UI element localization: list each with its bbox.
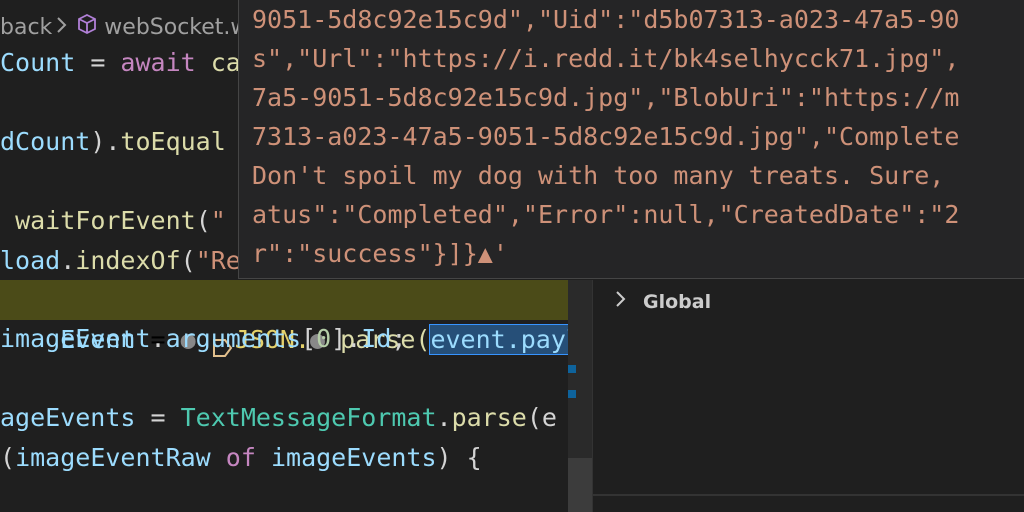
code-token: . <box>436 403 452 432</box>
code-token: imageEvents <box>270 442 437 472</box>
code-token: TextMessageFormat <box>180 403 437 432</box>
code-line[interactable] <box>0 359 557 399</box>
code-token: ]. <box>331 324 362 353</box>
code-token: parse <box>451 403 527 432</box>
code-line[interactable]: dCount).toEqual <box>0 122 241 162</box>
cube-icon <box>76 13 98 41</box>
panel-divider <box>592 494 1024 496</box>
code-token: imageEvent <box>0 324 151 353</box>
scope-global[interactable]: Global <box>615 290 711 313</box>
code-token: ageEvents <box>0 403 136 432</box>
code-token: Id <box>361 324 392 353</box>
code-token: 0 <box>316 324 332 353</box>
hover-value-line: 9051-5d8c92e15c9d","Uid":"d5b07313-a023-… <box>252 5 960 34</box>
code-line[interactable]: waitForEvent(" <box>0 201 241 241</box>
code-line[interactable]: imageEvent.arguments[0].Id; <box>0 319 557 359</box>
code-line[interactable]: load.indexOf("Re <box>0 241 241 281</box>
code-token: [ <box>301 324 317 353</box>
code-line[interactable] <box>0 162 241 202</box>
code-token: imageEventRaw <box>15 442 211 472</box>
editor[interactable]: back webSocket.wa Count = await ca dCount… <box>0 0 1024 512</box>
code-token: ( <box>0 442 16 472</box>
hover-value-line: Don't spoil my dog with too many treats.… <box>252 161 945 190</box>
code-line[interactable]: Count = await ca <box>0 43 241 83</box>
chevron-right-icon <box>615 290 629 313</box>
code-token: ( <box>195 206 211 235</box>
code-token: await <box>120 48 196 77</box>
debug-hover-popup[interactable]: 9051-5d8c92e15c9d","Uid":"d5b07313-a023-… <box>238 0 1024 279</box>
scope-global-label: Global <box>643 290 712 313</box>
breadcrumb: back webSocket.wa <box>0 8 250 46</box>
code-token: ; <box>391 324 407 353</box>
code-token: toEqual <box>120 127 226 156</box>
variables-panel[interactable]: Global <box>592 280 1024 512</box>
chevron-right-icon <box>56 15 68 40</box>
code-token: " <box>210 206 226 235</box>
code-block-upper[interactable]: Count = await ca dCount).toEqual waitForE… <box>0 43 241 280</box>
code-line[interactable]: ageEvents = TextMessageFormat.parse(e <box>0 398 557 438</box>
code-token: ). <box>90 127 121 156</box>
code-token: . <box>150 324 166 353</box>
code-line[interactable] <box>0 83 241 123</box>
breadcrumb-file[interactable]: webSocket.wa <box>104 15 250 40</box>
code-token: of <box>225 442 256 472</box>
code-token: dCount <box>0 127 91 156</box>
scrollbar-thumb[interactable] <box>568 458 592 512</box>
code-token: = <box>135 403 181 432</box>
code-block-lower[interactable]: imageEvent.arguments[0].Id; ageEvents = T… <box>0 319 557 477</box>
code-line[interactable]: (imageEventRaw of imageEvents) { <box>0 438 557 478</box>
code-token: load <box>0 245 61 275</box>
hover-value-line: atus":"Completed","Error":null,"CreatedD… <box>252 200 960 229</box>
code-token: "Re <box>195 245 241 275</box>
current-line[interactable]: Event = ● JSON.● parse(event.payloa <box>0 280 613 357</box>
scrollbar-marker <box>568 365 576 373</box>
code-token: Count <box>0 48 76 77</box>
hover-value-line: r":"success"}]}▲' <box>252 239 508 268</box>
breadcrumb-parent[interactable]: back <box>0 15 52 40</box>
hover-value-line: s","Url":"https://i.redd.it/bk4selhycck7… <box>252 44 960 73</box>
code-token: . <box>60 245 76 275</box>
scrollbar-marker-2 <box>568 390 576 398</box>
code-token: arguments <box>165 324 302 353</box>
code-token: = <box>75 48 121 77</box>
code-token: (e <box>526 403 557 432</box>
hover-value-line: 7a5-9051-5d8c92e15c9d.jpg","BlobUri":"ht… <box>252 83 960 112</box>
code-token: ( <box>180 245 196 275</box>
code-token: waitForEvent <box>15 206 196 235</box>
code-token: ) { <box>436 442 482 472</box>
code-token: ca <box>210 48 241 77</box>
code-token: indexOf <box>75 245 181 275</box>
hover-value-line: 7313-a023-47a5-9051-5d8c92e15c9d.jpg","C… <box>252 122 960 151</box>
